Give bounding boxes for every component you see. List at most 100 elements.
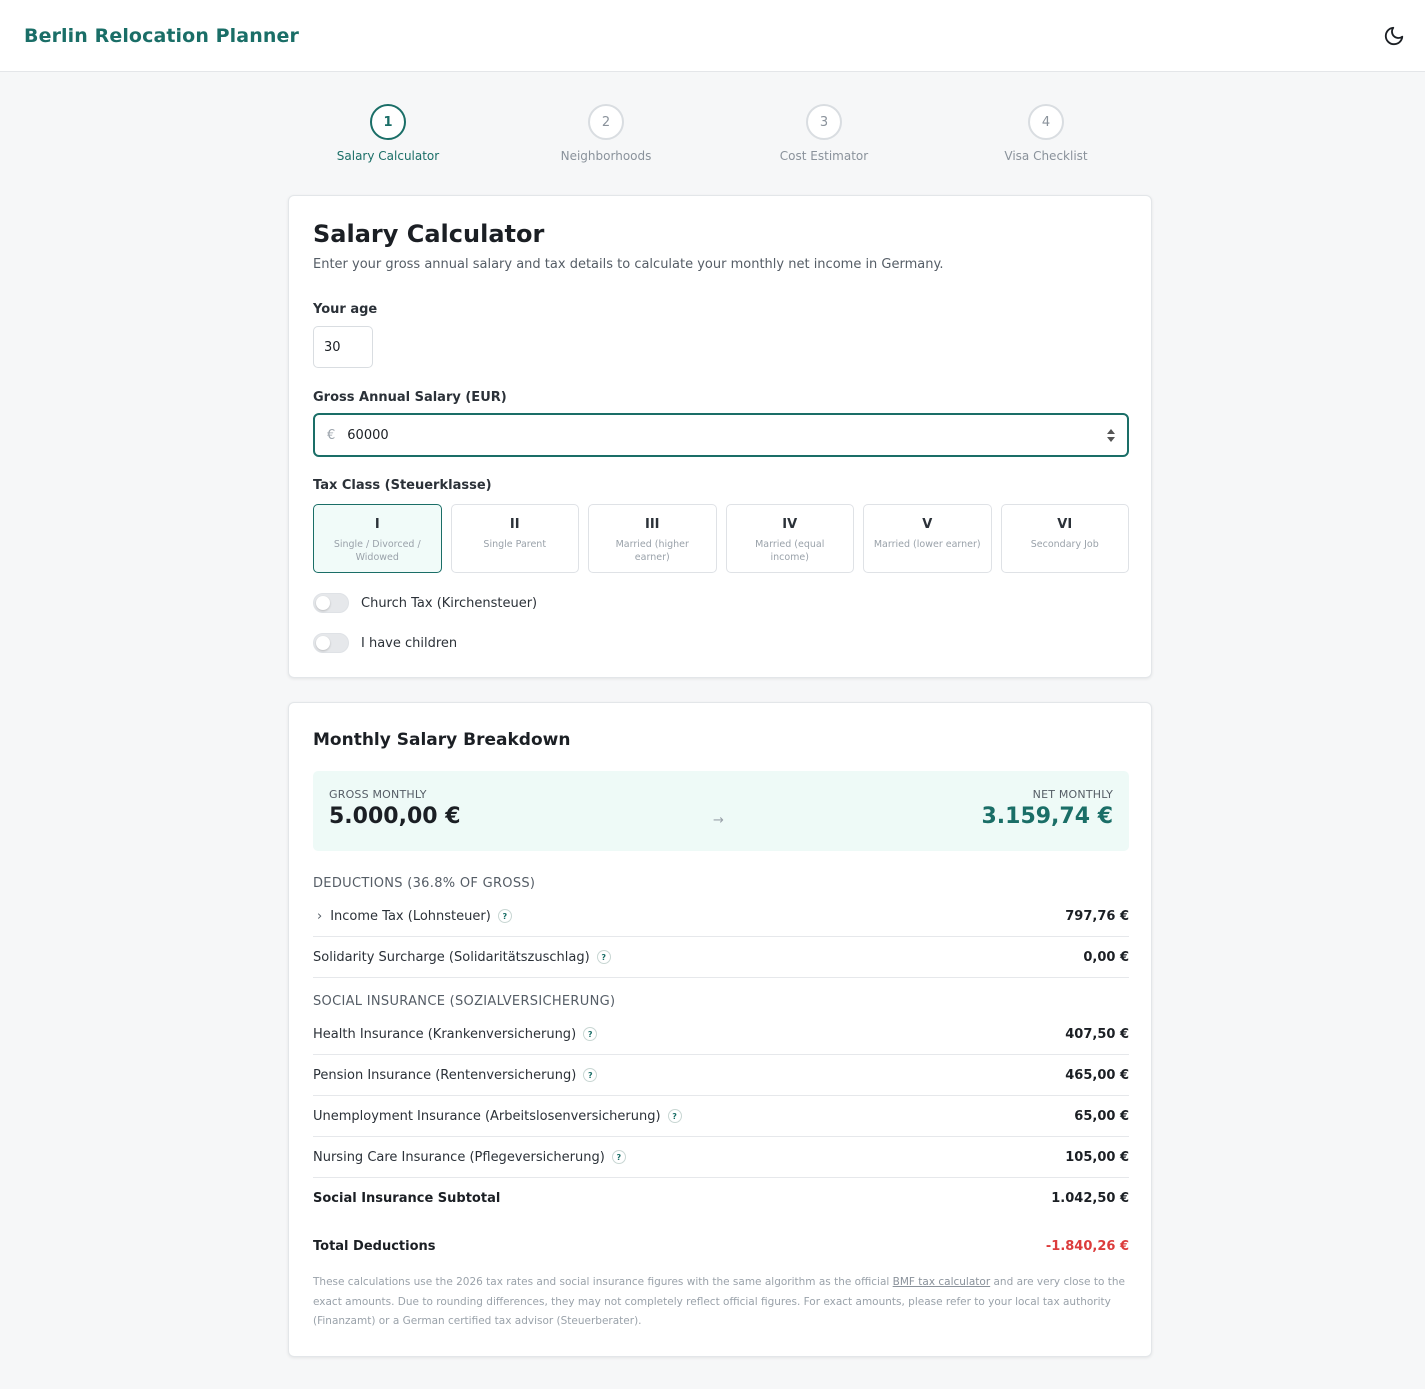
- church-tax-label: Church Tax (Kirchensteuer): [361, 595, 538, 611]
- euro-icon: €: [327, 427, 336, 443]
- toggle-knob: [316, 596, 330, 610]
- taxclass-description: Single / Divorced / Widowed: [333, 539, 421, 563]
- children-row: I have children: [313, 633, 457, 653]
- taxclass-description: Married (lower earner): [873, 539, 981, 550]
- nursing-care-value: 105,00 €: [1065, 1149, 1129, 1165]
- total-deductions-row: Total Deductions -1.840,26 €: [313, 1226, 1129, 1267]
- total-deductions-label: Total Deductions: [313, 1239, 436, 1254]
- taxclass-description: Married (equal income): [755, 539, 825, 563]
- children-label: I have children: [361, 635, 458, 651]
- age-input[interactable]: [313, 326, 373, 368]
- step-number: 3: [806, 104, 842, 140]
- net-gross-summary: GROSS MONTHLY 5.000,00 € → NET MONTHLY 3…: [313, 771, 1129, 851]
- pension-insurance-label: Pension Insurance (Rentenversicherung): [313, 1067, 577, 1083]
- solidarity-row: Solidarity Surcharge (Solidaritätszuschl…: [313, 937, 1129, 978]
- pension-insurance-row: Pension Insurance (Rentenversicherung) ?…: [313, 1055, 1129, 1096]
- pension-insurance-value: 465,00 €: [1065, 1067, 1129, 1083]
- net-value: 3.159,74 €: [981, 804, 1113, 829]
- nursing-care-label: Nursing Care Insurance (Pflegeversicheru…: [313, 1149, 605, 1165]
- step-cost-estimator[interactable]: 3 Cost Estimator: [734, 104, 914, 163]
- disclaimer-text: These calculations use the 2026 tax rate…: [313, 1273, 1129, 1332]
- help-icon[interactable]: ?: [497, 909, 512, 923]
- taxclass-description: Secondary Job: [1030, 539, 1099, 550]
- deductions-caption: DEDUCTIONS (36.8% OF GROSS): [313, 876, 536, 891]
- step-salary-calculator[interactable]: 1 Salary Calculator: [298, 104, 478, 163]
- salary-label: Gross Annual Salary (EUR): [313, 390, 507, 405]
- taxclass-options: I Single / Divorced / Widowed II Single …: [313, 504, 1129, 574]
- step-number: 4: [1028, 104, 1064, 140]
- step-label: Visa Checklist: [1004, 149, 1088, 163]
- arrow-right-icon: →: [713, 813, 724, 828]
- bmf-calculator-link[interactable]: BMF tax calculator: [893, 1276, 991, 1288]
- taxclass-label: Tax Class (Steuerklasse): [313, 478, 492, 493]
- app-title: Berlin Relocation Planner: [24, 24, 299, 47]
- taxclass-option-5[interactable]: V Married (lower earner): [863, 504, 992, 573]
- step-label: Neighborhoods: [560, 149, 652, 163]
- gross-caption: GROSS MONTHLY: [329, 788, 427, 801]
- children-toggle[interactable]: [313, 633, 349, 653]
- health-insurance-value: 407,50 €: [1065, 1026, 1129, 1042]
- card-title: Salary Calculator: [313, 220, 545, 248]
- taxclass-number: III: [644, 517, 660, 532]
- salary-breakdown-card: Monthly Salary Breakdown GROSS MONTHLY 5…: [288, 702, 1152, 1357]
- help-icon[interactable]: ?: [667, 1109, 682, 1123]
- salary-input[interactable]: [347, 427, 1107, 443]
- spin-up-icon[interactable]: [1107, 428, 1115, 434]
- help-icon[interactable]: ?: [611, 1150, 626, 1164]
- unemployment-insurance-row: Unemployment Insurance (Arbeitslosenvers…: [313, 1096, 1129, 1137]
- spin-down-icon[interactable]: [1107, 436, 1115, 442]
- help-icon[interactable]: ?: [583, 1027, 598, 1041]
- church-tax-toggle[interactable]: [313, 593, 349, 613]
- taxclass-option-4[interactable]: IV Married (equal income): [725, 504, 854, 573]
- health-insurance-label: Health Insurance (Krankenversicherung): [313, 1026, 577, 1042]
- gross-monthly: GROSS MONTHLY 5.000,00 €: [329, 788, 461, 829]
- net-monthly: NET MONTHLY 3.159,74 €: [981, 788, 1113, 829]
- church-tax-row: Church Tax (Kirchensteuer): [313, 593, 537, 613]
- nursing-care-row: Nursing Care Insurance (Pflegeversicheru…: [313, 1137, 1129, 1178]
- income-tax-row: › Income Tax (Lohnsteuer) ? 797,76 €: [313, 896, 1129, 937]
- total-deductions-value: -1.840,26 €: [1045, 1239, 1129, 1254]
- help-icon[interactable]: ?: [583, 1068, 598, 1082]
- health-insurance-row: Health Insurance (Krankenversicherung) ?…: [313, 1014, 1129, 1055]
- top-bar: Berlin Relocation Planner: [0, 0, 1425, 72]
- step-label: Cost Estimator: [779, 149, 869, 163]
- card-subtitle: Enter your gross annual salary and tax d…: [313, 257, 944, 272]
- taxclass-number: V: [922, 517, 933, 532]
- step-label: Salary Calculator: [336, 149, 440, 163]
- number-spinner[interactable]: [1107, 428, 1115, 442]
- gross-value: 5.000,00 €: [329, 804, 461, 829]
- step-visa-checklist[interactable]: 4 Visa Checklist: [956, 104, 1136, 163]
- social-subtotal-row: Social Insurance Subtotal 1.042,50 €: [313, 1178, 1129, 1219]
- taxclass-number: II: [509, 517, 520, 532]
- step-number: 2: [588, 104, 624, 140]
- toggle-knob: [316, 636, 330, 650]
- step-neighborhoods[interactable]: 2 Neighborhoods: [516, 104, 696, 163]
- help-icon[interactable]: ?: [596, 950, 611, 964]
- taxclass-description: Single Parent: [483, 539, 547, 550]
- breakdown-title: Monthly Salary Breakdown: [313, 730, 571, 750]
- social-subtotal-value: 1.042,50 €: [1051, 1191, 1129, 1206]
- taxclass-description: Married (higher earner): [615, 539, 689, 563]
- income-tax-value: 797,76 €: [1065, 908, 1129, 924]
- social-insurance-caption: SOCIAL INSURANCE (SOZIALVERSICHERUNG): [313, 994, 616, 1009]
- chevron-right-icon[interactable]: ›: [317, 909, 322, 924]
- age-label: Your age: [313, 302, 378, 317]
- taxclass-number: VI: [1057, 517, 1073, 532]
- income-tax-label: Income Tax (Lohnsteuer): [330, 908, 491, 924]
- wizard-stepper: 1 Salary Calculator 2 Neighborhoods 3 Co…: [288, 104, 1152, 168]
- social-subtotal-label: Social Insurance Subtotal: [313, 1191, 501, 1206]
- unemployment-insurance-value: 65,00 €: [1074, 1108, 1129, 1124]
- moon-icon[interactable]: [1381, 23, 1407, 49]
- taxclass-option-6[interactable]: VI Secondary Job: [1000, 504, 1129, 573]
- net-caption: NET MONTHLY: [1032, 788, 1113, 801]
- disclaimer-pre: These calculations use the 2026 tax rate…: [313, 1276, 893, 1288]
- unemployment-insurance-label: Unemployment Insurance (Arbeitslosenvers…: [313, 1108, 661, 1124]
- step-number: 1: [370, 104, 406, 140]
- taxclass-number: I: [374, 517, 380, 532]
- taxclass-number: IV: [782, 517, 798, 532]
- taxclass-option-1[interactable]: I Single / Divorced / Widowed: [313, 504, 442, 573]
- taxclass-option-3[interactable]: III Married (higher earner): [588, 504, 717, 573]
- salary-calculator-card: Salary Calculator Enter your gross annua…: [288, 195, 1152, 678]
- taxclass-option-2[interactable]: II Single Parent: [450, 504, 579, 573]
- salary-field: €: [313, 413, 1129, 457]
